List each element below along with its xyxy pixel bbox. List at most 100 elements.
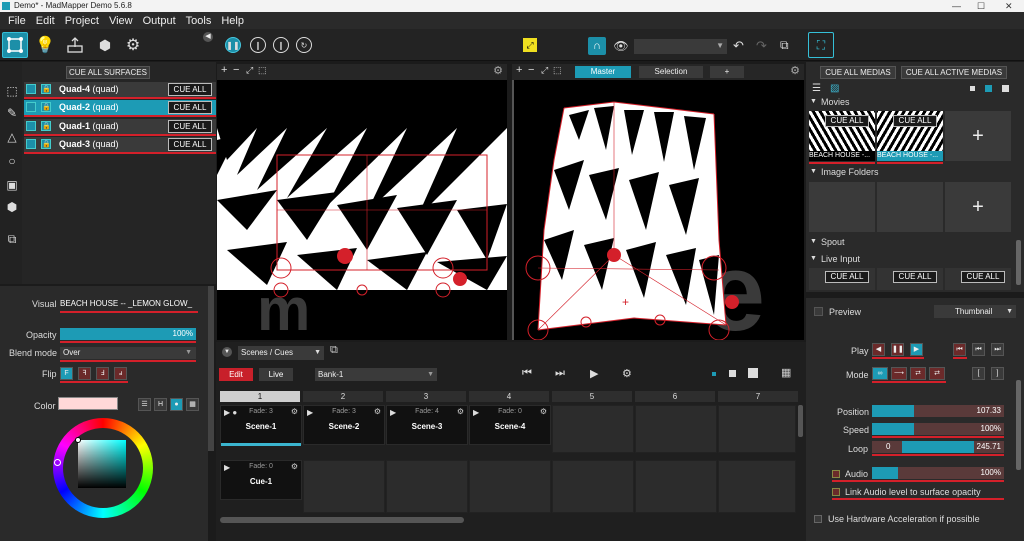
minimize-icon[interactable]: — [952, 0, 961, 12]
visual-value[interactable]: BEACH HOUSE -- _LEMON GLOW_ [60, 299, 192, 308]
add-output-tab-button[interactable]: + [710, 66, 744, 78]
add-triangle-icon[interactable]: △ [4, 130, 20, 146]
view-large-icon[interactable] [1002, 85, 1009, 92]
mode-out-point-button[interactable]: ] [991, 367, 1004, 380]
tab-selection[interactable]: Selection [639, 66, 703, 78]
visibility-checkbox[interactable] [26, 139, 36, 149]
live-input-chevron-icon[interactable]: ▼ [810, 255, 817, 262]
scene-cell-3[interactable]: ▶ Fade: 4 ⚙ Scene-3 [386, 405, 468, 445]
next-frame-button[interactable]: ⏭ [991, 343, 1004, 356]
empty-scene-cell[interactable] [469, 460, 551, 513]
mode-once-button[interactable]: ⟶ [891, 367, 907, 380]
empty-scene-cell[interactable] [635, 405, 717, 453]
menu-view[interactable]: View [104, 15, 138, 27]
add-circle-icon[interactable]: ○ [4, 154, 20, 170]
blend-mode-select[interactable]: Over ▼ [60, 347, 196, 359]
column-header-1[interactable]: 1 [220, 391, 300, 402]
step-button[interactable]: ❙ [273, 37, 289, 53]
color-hsv-mode-icon[interactable]: H [154, 398, 167, 411]
live-input-thumb-1[interactable]: CUE ALL [809, 268, 875, 290]
layer-cue-all-button[interactable]: CUE ALL [168, 120, 212, 133]
zoom-out-icon[interactable]: − [233, 64, 239, 76]
loop-range-slider[interactable]: 0 245.71 [872, 441, 1004, 453]
media-image-icon[interactable]: ▨ [830, 83, 839, 94]
scene-gear-icon[interactable]: ⚙ [457, 407, 464, 416]
input-view-canvas[interactable]: m [217, 80, 507, 340]
cue-all-medias-button[interactable]: CUE ALL MEDIAS [820, 66, 896, 79]
frame-icon[interactable]: ⬚ [553, 65, 562, 76]
cue-all-surfaces-button[interactable]: CUE ALL SURFACES [66, 66, 150, 79]
speed-slider[interactable]: 100% [872, 423, 1004, 435]
scene-gear-icon[interactable]: ⚙ [291, 407, 298, 416]
scenes-hscrollbar[interactable] [220, 517, 464, 523]
input-view-settings-icon[interactable]: ⚙ [493, 64, 503, 77]
visibility-checkbox[interactable] [26, 84, 36, 94]
link-audio-checkbox[interactable] [832, 488, 840, 496]
pause-button[interactable]: ❚❚ [225, 37, 241, 53]
movie-cue-all-button[interactable]: CUE ALL [825, 115, 869, 127]
menu-help[interactable]: Help [216, 15, 249, 27]
movie-thumb-2[interactable]: CUE ALL BEACH HOUSE -... [877, 111, 943, 161]
column-header-3[interactable]: 3 [386, 391, 466, 402]
movies-chevron-icon[interactable]: ▼ [810, 98, 817, 105]
visibility-checkbox[interactable] [26, 102, 36, 112]
refresh-button[interactable]: ↻ [296, 37, 312, 53]
eye-icon[interactable]: 👁 [612, 37, 630, 55]
cue-all-active-medias-button[interactable]: CUE ALL ACTIVE MEDIAS [901, 66, 1007, 79]
empty-scene-cell[interactable] [718, 460, 796, 513]
previous-frame-button[interactable]: ⏮ [972, 343, 985, 356]
fullscreen-button[interactable]: ⧉ [780, 38, 789, 53]
live-cue-all-button[interactable]: CUE ALL [893, 271, 937, 283]
lock-icon[interactable]: 🔒 [41, 121, 51, 131]
column-header-2[interactable]: 2 [303, 391, 383, 402]
sat-handle[interactable] [75, 437, 81, 443]
play-scene-icon[interactable]: ▶ [590, 367, 598, 380]
layer-cue-all-button[interactable]: CUE ALL [168, 101, 212, 114]
layer-row-quad-1[interactable]: 🔒 Quad-1 (quad) CUE ALL [24, 119, 216, 134]
mode-pingpong-button[interactable]: ⇄ [929, 367, 945, 380]
layer-cue-all-button[interactable]: CUE ALL [168, 138, 212, 151]
scene-cell-1[interactable]: ▶ ● Fade: 3 ⚙ Scene-1 [220, 405, 302, 445]
flip-both-button[interactable]: ⅎ [114, 367, 127, 380]
empty-scene-cell[interactable] [386, 460, 468, 513]
maximize-icon[interactable]: ☐ [977, 0, 985, 12]
detach-panel-icon[interactable]: ⧉ [330, 344, 338, 357]
column-header-5[interactable]: 5 [552, 391, 632, 402]
frame-icon[interactable]: ⬚ [258, 65, 267, 76]
empty-folder-slot[interactable] [809, 182, 875, 232]
media-vscrollbar[interactable] [1016, 240, 1021, 285]
scenes-vscrollbar[interactable] [798, 405, 803, 437]
column-header-7[interactable]: 7 [718, 391, 798, 402]
add-3d-icon[interactable]: ⬢ [4, 200, 20, 216]
small-stop-icon[interactable] [729, 370, 736, 377]
output-select[interactable]: ▼ [634, 39, 727, 54]
fit-icon[interactable]: ⤢ [541, 65, 548, 76]
column-header-4[interactable]: 4 [469, 391, 549, 402]
play-forward-button[interactable]: ▶ [910, 343, 923, 356]
flip-horizontal-button[interactable]: ꟻ [78, 367, 91, 380]
visibility-checkbox[interactable] [26, 121, 36, 131]
record-dot-icon[interactable] [712, 372, 716, 376]
stop-button[interactable]: ❙ [250, 37, 266, 53]
zoom-in-icon[interactable]: + [221, 64, 227, 76]
live-input-thumb-3[interactable]: CUE ALL [945, 268, 1011, 290]
redo-button[interactable]: ↷ [756, 38, 767, 54]
media-browser-button[interactable]: ⛶ [808, 32, 834, 58]
mode-bounce-button[interactable]: ⮂ [910, 367, 926, 380]
menu-tools[interactable]: Tools [181, 15, 217, 27]
scene-settings-icon[interactable]: ⚙ [622, 367, 632, 380]
zoom-in-icon[interactable]: + [516, 64, 522, 76]
live-mode-button[interactable]: Live [259, 368, 293, 381]
live-cue-all-button[interactable]: CUE ALL [961, 271, 1005, 283]
play-pause-button[interactable]: ❚❚ [891, 343, 904, 356]
audio-checkbox[interactable] [832, 470, 840, 478]
media-list-icon[interactable]: ☰ [812, 83, 821, 94]
output-view-canvas[interactable]: e + [512, 80, 804, 340]
empty-folder-slot[interactable] [877, 182, 943, 232]
scenes-collapse-icon[interactable]: ▼ [222, 347, 232, 357]
magnet-button[interactable]: ∩ [588, 37, 606, 55]
cue-cell-1[interactable]: ▶ Fade: 0 ⚙ Cue-1 [220, 460, 302, 500]
next-scene-icon[interactable]: ⏭ [555, 367, 565, 380]
scene-cell-2[interactable]: ▶ Fade: 3 ⚙ Scene-2 [303, 405, 385, 445]
flip-none-button[interactable]: F [60, 367, 73, 380]
